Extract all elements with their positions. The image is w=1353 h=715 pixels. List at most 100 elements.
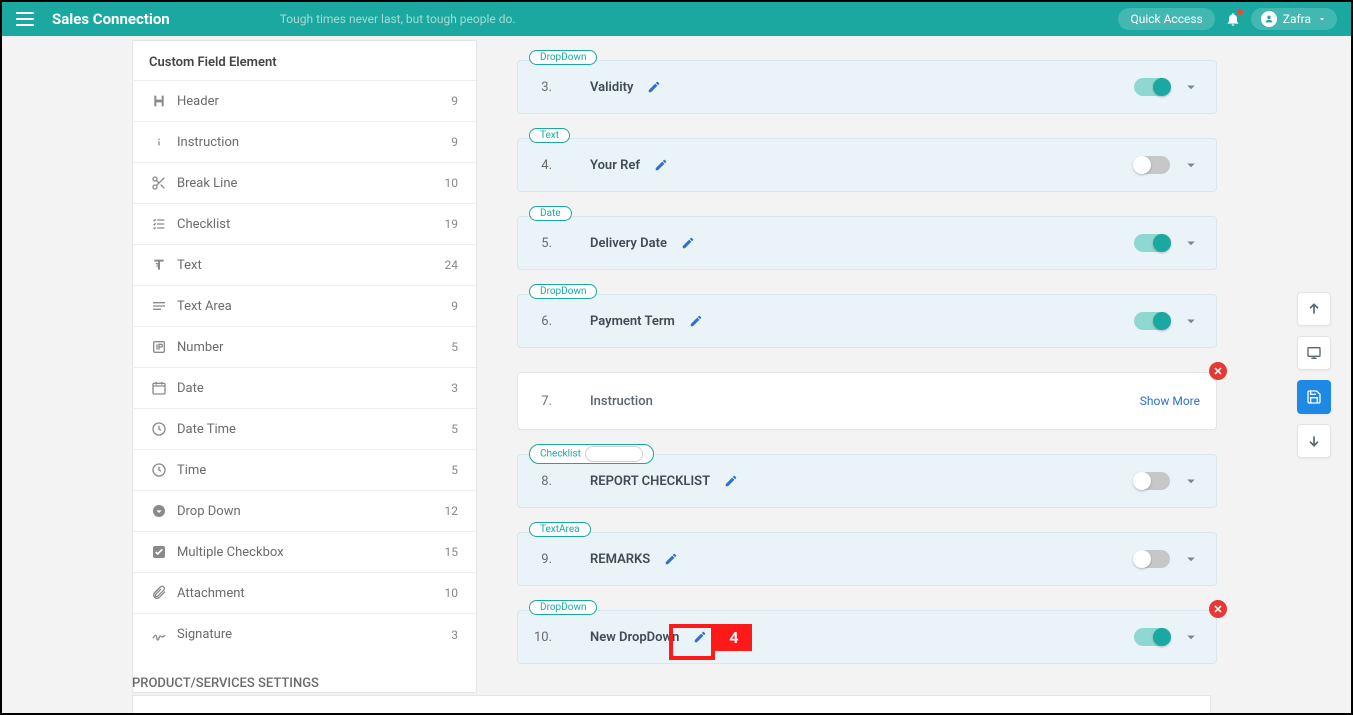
tagline-text: Tough times never last, but tough people… bbox=[280, 12, 516, 26]
field-name: New DropDown bbox=[590, 630, 679, 645]
scroll-down-button[interactable] bbox=[1297, 424, 1331, 458]
field-row-instruction: ✕7.InstructionShow More bbox=[517, 372, 1217, 430]
user-menu[interactable]: Zafra bbox=[1251, 8, 1337, 30]
field-toggle[interactable] bbox=[1134, 312, 1170, 330]
menu-icon[interactable] bbox=[16, 12, 34, 26]
notification-bell-icon[interactable] bbox=[1225, 11, 1241, 27]
element-label: Attachment bbox=[177, 586, 445, 601]
element-text[interactable]: Text24 bbox=[133, 245, 476, 286]
panel-title: Custom Field Element bbox=[133, 41, 476, 80]
field-row-validity: DropDown3.Validity bbox=[517, 60, 1217, 114]
element-text-area[interactable]: Text Area9 bbox=[133, 286, 476, 327]
field-number: 9. bbox=[526, 552, 560, 567]
field-name: Payment Term bbox=[590, 314, 675, 329]
attachment-icon bbox=[151, 585, 177, 601]
form-fields-panel: DropDown3.ValidityText4.Your RefDate5.De… bbox=[517, 40, 1217, 693]
expand-field-icon[interactable] bbox=[1182, 628, 1200, 646]
field-name: REPORT CHECKLIST bbox=[590, 474, 710, 489]
field-card[interactable]: 3.Validity bbox=[517, 60, 1217, 114]
field-card[interactable]: 4. Your Ref bbox=[517, 138, 1217, 192]
field-row-delivery-date: Date5.Delivery Date bbox=[517, 216, 1217, 270]
element-checklist[interactable]: Checklist19 bbox=[133, 204, 476, 245]
element-time[interactable]: Time5 bbox=[133, 450, 476, 491]
expand-field-icon[interactable] bbox=[1182, 550, 1200, 568]
field-type-tag: DropDown bbox=[529, 50, 597, 65]
field-card[interactable]: 9.REMARKS bbox=[517, 532, 1217, 586]
element-label: Checklist bbox=[177, 217, 445, 232]
element-drop-down[interactable]: Drop Down12 bbox=[133, 491, 476, 532]
field-name: Your Ref bbox=[590, 158, 640, 173]
element-number[interactable]: Number5 bbox=[133, 327, 476, 368]
element-count: 5 bbox=[451, 463, 458, 477]
field-toggle[interactable] bbox=[1134, 550, 1170, 568]
field-toggle[interactable] bbox=[1134, 156, 1170, 174]
field-card[interactable]: 5.Delivery Date bbox=[517, 216, 1217, 270]
field-toggle[interactable] bbox=[1134, 78, 1170, 96]
signature-icon bbox=[151, 627, 177, 643]
element-instruction[interactable]: Instruction9 bbox=[133, 122, 476, 163]
field-number: 8. bbox=[526, 474, 560, 489]
expand-field-icon[interactable] bbox=[1182, 234, 1200, 252]
edit-field-icon[interactable] bbox=[724, 474, 738, 488]
element-date[interactable]: Date3 bbox=[133, 368, 476, 409]
element-label: Number bbox=[177, 340, 451, 355]
dropdown-icon bbox=[151, 503, 177, 519]
quick-access-button[interactable]: Quick Access bbox=[1118, 8, 1214, 30]
element-label: Time bbox=[177, 463, 451, 478]
field-row-remarks: TextArea9.REMARKS bbox=[517, 532, 1217, 586]
edit-field-icon[interactable] bbox=[664, 552, 678, 566]
expand-field-icon[interactable] bbox=[1182, 312, 1200, 330]
field-name: Instruction bbox=[590, 394, 653, 409]
scissors-icon bbox=[151, 175, 177, 191]
remove-field-button[interactable]: ✕ bbox=[1209, 600, 1227, 618]
element-attachment[interactable]: Attachment10 bbox=[133, 573, 476, 614]
expand-field-icon[interactable] bbox=[1182, 78, 1200, 96]
preview-button[interactable] bbox=[1297, 336, 1331, 370]
expand-field-icon[interactable] bbox=[1182, 472, 1200, 490]
field-toggle[interactable] bbox=[1134, 628, 1170, 646]
field-toggle[interactable] bbox=[1134, 234, 1170, 252]
show-more-link[interactable]: Show More bbox=[1140, 394, 1200, 408]
field-name: Delivery Date bbox=[590, 236, 667, 251]
edit-field-icon[interactable] bbox=[689, 314, 703, 328]
element-label: Break Line bbox=[177, 176, 445, 191]
field-card[interactable]: 7.InstructionShow More bbox=[517, 372, 1217, 430]
edit-field-icon[interactable] bbox=[654, 158, 668, 172]
element-label: Header bbox=[177, 94, 451, 109]
element-count: 3 bbox=[451, 628, 458, 642]
element-header[interactable]: Header9 bbox=[133, 81, 476, 122]
element-label: Text Area bbox=[177, 299, 451, 314]
side-action-bar bbox=[1297, 292, 1331, 458]
edit-field-icon[interactable] bbox=[647, 80, 661, 94]
field-card[interactable]: 6.Payment Term bbox=[517, 294, 1217, 348]
element-count: 15 bbox=[445, 545, 459, 559]
clock-icon bbox=[151, 421, 177, 437]
field-type-tag: DropDown bbox=[529, 284, 597, 299]
save-button[interactable] bbox=[1297, 380, 1331, 414]
element-count: 9 bbox=[451, 135, 458, 149]
edit-field-icon[interactable] bbox=[681, 236, 695, 250]
element-label: Instruction bbox=[177, 135, 451, 150]
chevron-down-icon bbox=[1317, 14, 1327, 24]
element-label: Text bbox=[177, 258, 445, 273]
element-break-line[interactable]: Break Line10 bbox=[133, 163, 476, 204]
scroll-up-button[interactable] bbox=[1297, 292, 1331, 326]
checklist-icon bbox=[151, 216, 177, 232]
field-number: 4. bbox=[526, 158, 560, 173]
element-count: 5 bbox=[451, 422, 458, 436]
textarea-icon bbox=[151, 298, 177, 314]
element-signature[interactable]: Signature3 bbox=[133, 614, 476, 655]
element-multiple-checkbox[interactable]: Multiple Checkbox15 bbox=[133, 532, 476, 573]
field-card[interactable]: 10.New DropDown4 bbox=[517, 610, 1217, 664]
field-toggle[interactable] bbox=[1134, 472, 1170, 490]
element-count: 12 bbox=[445, 504, 459, 518]
workspace: Custom Field Element Header9Instruction9… bbox=[2, 36, 1351, 713]
element-label: Date bbox=[177, 381, 451, 396]
field-number: 3. bbox=[526, 80, 560, 95]
field-type-tag: Date bbox=[529, 206, 572, 221]
section-card bbox=[132, 695, 1211, 713]
element-date-time[interactable]: Date Time5 bbox=[133, 409, 476, 450]
remove-field-button[interactable]: ✕ bbox=[1209, 362, 1227, 380]
field-row-new-dropdown: DropDown✕10.New DropDown4 bbox=[517, 610, 1217, 664]
expand-field-icon[interactable] bbox=[1182, 156, 1200, 174]
